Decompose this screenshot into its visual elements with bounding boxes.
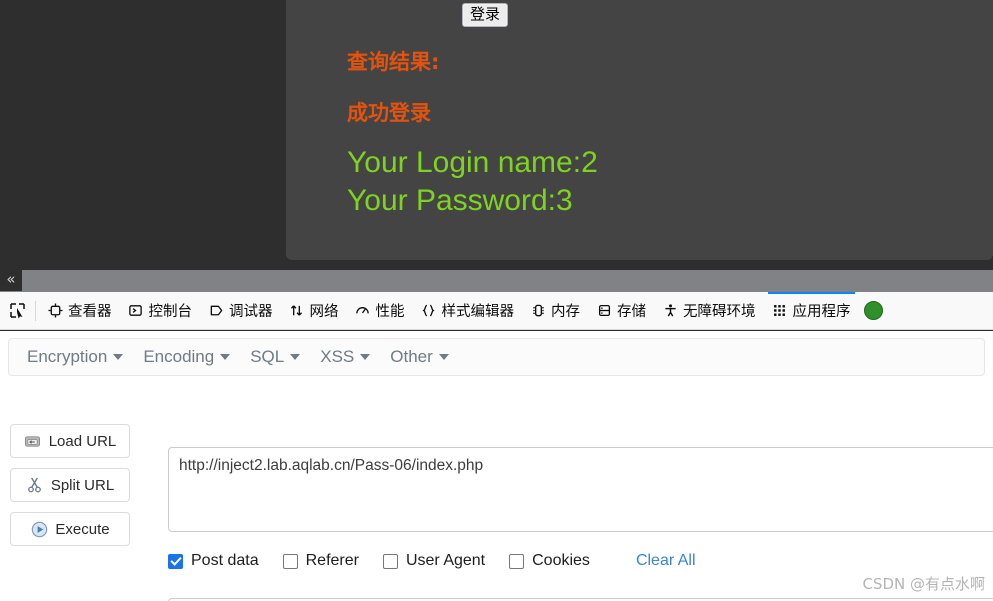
console-icon [128, 303, 144, 319]
option-label: Referer [305, 552, 359, 569]
query-result-label: 查询结果: [347, 50, 440, 74]
option-post-data[interactable]: Post data [168, 552, 259, 570]
option-label: Post data [191, 552, 259, 569]
style-editor-braces-icon [421, 303, 437, 319]
option-cookies[interactable]: Cookies [509, 552, 590, 570]
hackbar-action-buttons: Load URL Split URL Execute [10, 424, 130, 556]
memory-icon [530, 303, 546, 319]
chevron-down-icon [438, 354, 449, 360]
tab-label: 样式编辑器 [441, 304, 515, 320]
element-picker-icon[interactable] [0, 292, 34, 329]
tab-memory[interactable]: 内存 [522, 292, 588, 329]
login-submit-button[interactable]: 登录 [462, 3, 509, 27]
tab-accessibility[interactable]: 无障碍环境 [654, 292, 764, 329]
split-url-button[interactable]: Split URL [10, 468, 130, 502]
login-name-output: Your Login name:2 [347, 146, 598, 179]
option-referer[interactable]: Referer [282, 552, 359, 570]
tab-label: 无障碍环境 [683, 304, 756, 320]
tab-label: 网络 [309, 304, 339, 320]
menu-label: Encoding [143, 347, 215, 366]
button-label: Split URL [50, 476, 115, 494]
option-label: User Agent [405, 552, 486, 569]
tab-style-editor[interactable]: 样式编辑器 [413, 292, 523, 329]
network-arrows-icon [289, 303, 305, 319]
hackbar-panel: Encryption Encoding SQL XSS Other Load U… [0, 331, 993, 601]
clear-all-link[interactable]: Clear All [636, 552, 696, 570]
tab-inspector[interactable]: 查看器 [39, 292, 120, 329]
tab-label: 应用程序 [792, 304, 851, 320]
tab-debugger[interactable]: 调试器 [200, 292, 281, 329]
tab-label: 调试器 [229, 304, 273, 320]
option-user-agent[interactable]: User Agent [382, 552, 486, 570]
toolbar-divider [35, 300, 36, 321]
load-url-button[interactable]: Load URL [10, 424, 130, 458]
menu-label: Other [390, 347, 433, 366]
tab-console[interactable]: 控制台 [120, 292, 201, 329]
tab-network[interactable]: 网络 [281, 292, 347, 329]
referer-checkbox[interactable] [282, 553, 298, 569]
menu-label: Encryption [27, 347, 108, 366]
menu-sql[interactable]: SQL [240, 343, 310, 371]
chevron-down-icon [290, 354, 301, 360]
tab-label: 性能 [375, 304, 405, 320]
hackbar-options-row: Post data Referer User Agent Cookies Cle… [168, 549, 696, 573]
menu-encryption[interactable]: Encryption [17, 343, 133, 371]
accessibility-icon [662, 303, 678, 319]
chevron-down-icon [113, 354, 124, 360]
cookies-checkbox[interactable] [509, 553, 525, 569]
devtools-tab-bar: 查看器 控制台 调试器 网络 性能 样式编辑器 内存 存储 无障碍环境 应用程序 [0, 292, 993, 330]
password-output: Your Password:3 [347, 184, 573, 217]
menu-encoding[interactable]: Encoding [133, 343, 240, 371]
login-success-message: 成功登录 [347, 101, 431, 125]
performance-gauge-icon [355, 303, 371, 319]
execute-play-icon [30, 520, 48, 538]
debugger-icon [208, 303, 224, 319]
menu-label: XSS [320, 347, 355, 366]
tab-performance[interactable]: 性能 [347, 292, 413, 329]
user-agent-checkbox[interactable] [382, 553, 398, 569]
menu-other[interactable]: Other [380, 343, 459, 371]
load-url-icon [24, 432, 42, 450]
inspector-icon [47, 303, 63, 319]
hackbar-body: Load URL Split URL Execute http://inject… [0, 389, 993, 601]
button-label: Load URL [48, 432, 117, 450]
tab-label: 内存 [551, 304, 580, 320]
chevron-down-icon [220, 354, 231, 360]
extension-dot [864, 301, 883, 320]
option-label: Cookies [532, 552, 590, 569]
menu-xss[interactable]: XSS [310, 343, 380, 371]
chevron-down-icon [360, 354, 371, 360]
application-grid-icon [772, 303, 788, 319]
tab-application[interactable]: 应用程序 [764, 292, 859, 329]
hackbar-menu-bar: Encryption Encoding SQL XSS Other [8, 338, 985, 376]
menu-label: SQL [250, 347, 285, 366]
split-url-scissors-icon [26, 476, 44, 494]
hackbar-extension-icon[interactable] [859, 292, 889, 329]
devtools-splitter[interactable] [0, 270, 993, 292]
tab-label: 查看器 [68, 304, 112, 320]
tab-storage[interactable]: 存储 [588, 292, 654, 329]
storage-icon [596, 303, 612, 319]
tab-label: 控制台 [148, 304, 193, 320]
button-label: Execute [55, 520, 110, 538]
tab-label: 存储 [617, 304, 646, 320]
url-input[interactable]: http://inject2.lab.aqlab.cn/Pass-06/inde… [168, 447, 993, 532]
browser-content-area: 登录 查询结果: 成功登录 Your Login name:2 Your Pas… [0, 0, 993, 277]
post-data-checkbox[interactable] [168, 553, 183, 569]
web-page-panel: 登录 查询结果: 成功登录 Your Login name:2 Your Pas… [286, 0, 993, 260]
execute-button[interactable]: Execute [10, 512, 130, 546]
collapse-chevron-icon[interactable]: « [0, 269, 22, 291]
csdn-watermark: CSDN @有点水啊 [862, 575, 985, 593]
